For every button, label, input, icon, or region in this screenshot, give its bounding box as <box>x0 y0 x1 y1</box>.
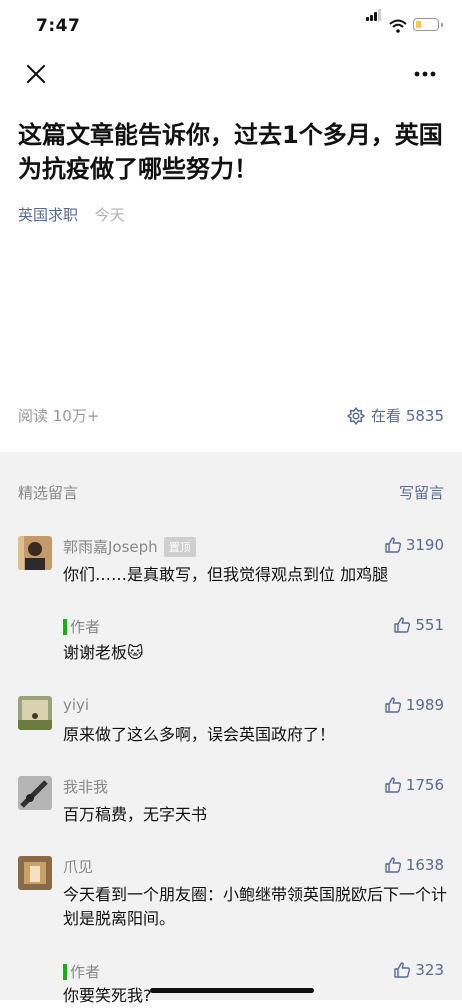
comment-text: 原来做了这么多啊，误会英国政府了！ <box>63 725 336 744</box>
avatar[interactable] <box>18 536 52 570</box>
avatar[interactable] <box>18 856 52 890</box>
thumbs-up-icon <box>394 617 411 633</box>
close-button[interactable] <box>22 60 50 88</box>
selected-comments-label: 精选留言 <box>18 484 79 502</box>
like-button[interactable]: 1989 <box>384 696 444 714</box>
commenter-name[interactable]: 郭雨嘉Joseph <box>63 536 158 557</box>
thumbs-up-icon <box>385 697 401 713</box>
reply-like-count: 551 <box>415 616 444 634</box>
thumbs-up-icon <box>394 962 411 978</box>
wow-button[interactable]: 在看 5835 <box>346 405 444 426</box>
wow-icon <box>347 406 365 425</box>
wow-count: 5835 <box>405 406 444 425</box>
author-reply-label: 作者 <box>70 618 101 636</box>
author-reply-bar <box>63 964 67 980</box>
article-meta: 英国求职 今天 <box>18 204 125 225</box>
like-button[interactable]: 3190 <box>384 536 444 554</box>
comment-text: 百万稿费，无字天书 <box>63 805 208 824</box>
reply-like-button[interactable]: 551 <box>393 616 444 634</box>
commenter-name[interactable]: yiyi <box>63 696 89 714</box>
comment-text: 今天看到一个朋友圈：小鲍继带领英国脱欧后下一个计划是脱离阳间。 <box>63 885 448 928</box>
commenter-name[interactable]: 我非我 <box>63 776 108 797</box>
wow-label: 在看 <box>371 407 402 425</box>
comment-text: 你们……是真敢写，但我觉得观点到位 加鸡腿 <box>63 565 389 584</box>
home-indicator <box>150 988 314 993</box>
author-link[interactable]: 英国求职 <box>18 206 78 224</box>
commenter-name[interactable]: 爪见 <box>63 856 93 877</box>
like-button[interactable]: 1638 <box>384 856 444 874</box>
like-count: 3190 <box>405 536 444 554</box>
reply-like-count: 323 <box>415 961 444 979</box>
article-stats: 阅读 10万+ 在看 5835 <box>18 405 444 429</box>
avatar[interactable] <box>18 776 52 810</box>
author-reply-bar <box>63 619 67 635</box>
wifi-icon <box>389 18 407 37</box>
like-count: 1756 <box>405 776 444 794</box>
more-button[interactable] <box>410 64 440 84</box>
battery-icon <box>413 18 443 31</box>
status-bar: 7:47 <box>0 0 462 56</box>
read-count: 阅读 10万+ <box>18 407 100 425</box>
write-comment-button[interactable]: 写留言 <box>399 482 444 503</box>
status-time: 7:47 <box>36 16 81 36</box>
like-count: 1638 <box>405 856 444 874</box>
pinned-badge: 置顶 <box>163 536 196 557</box>
author-reply-text: 谢谢老板🐱 <box>63 643 144 662</box>
comments-header: 精选留言 写留言 <box>18 482 444 503</box>
close-icon <box>27 65 45 83</box>
like-count: 1989 <box>405 696 444 714</box>
avatar[interactable] <box>18 696 52 730</box>
article-title: 这篇文章能告诉你，过去1个多月，英国为抗疫做了哪些努力！ <box>18 121 443 183</box>
publish-date: 今天 <box>94 206 125 224</box>
thumbs-up-icon <box>385 857 401 873</box>
thumbs-up-icon <box>385 537 401 553</box>
thumbs-up-icon <box>385 777 401 793</box>
author-reply-label: 作者 <box>70 963 101 981</box>
comments-section: 精选留言 写留言 郭雨嘉Joseph 置顶 3190 你们……是真敢写，但我觉得… <box>0 452 462 1005</box>
like-button[interactable]: 1756 <box>384 776 444 794</box>
more-icon <box>414 71 436 77</box>
reply-like-button[interactable]: 323 <box>393 961 444 979</box>
